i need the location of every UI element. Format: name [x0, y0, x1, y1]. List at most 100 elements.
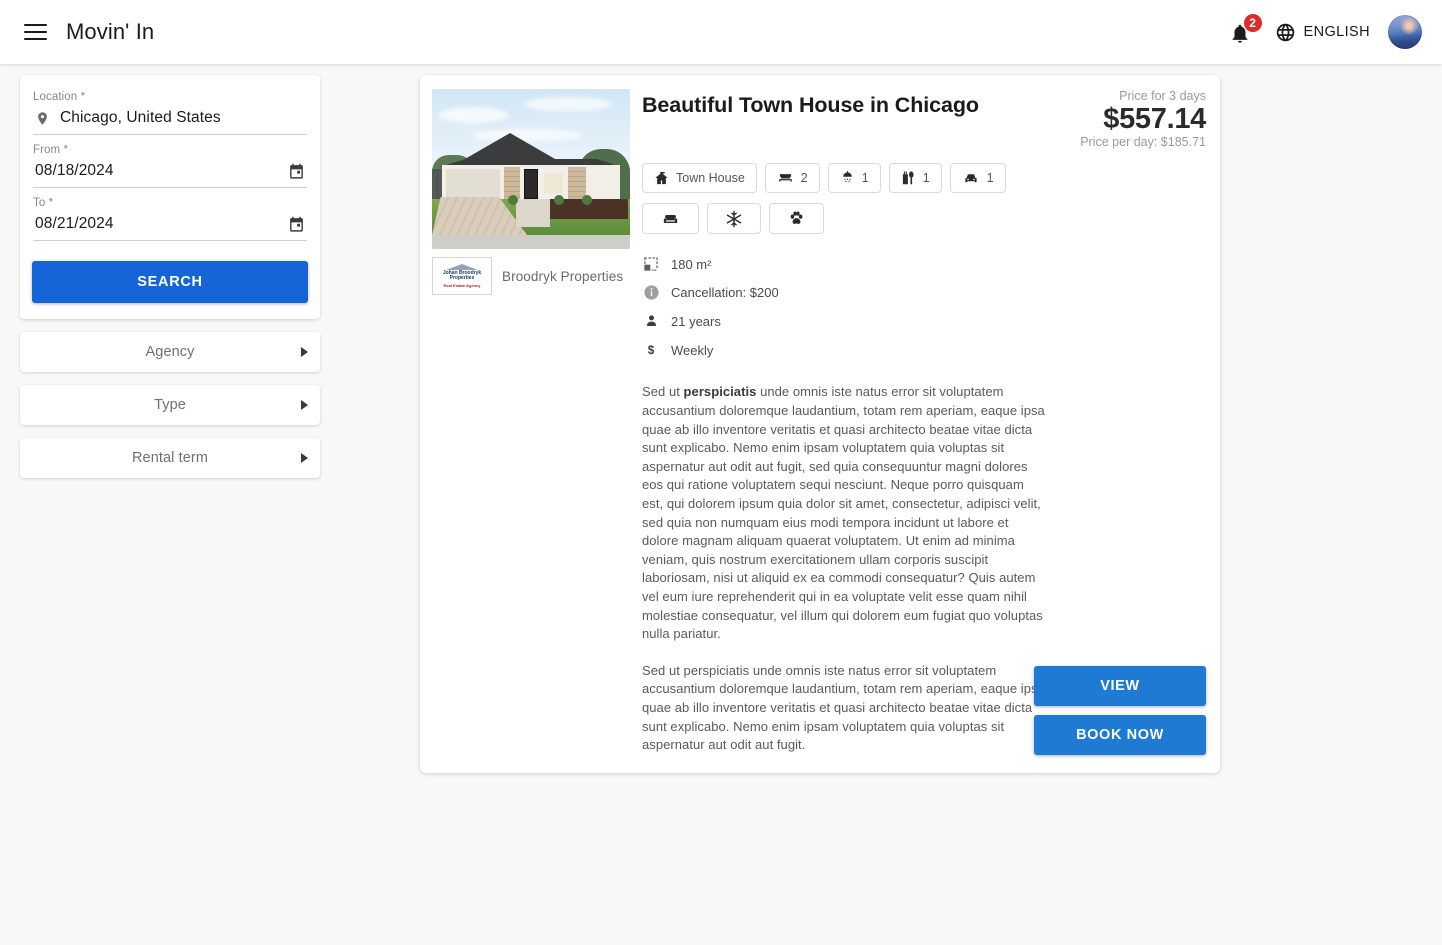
sofa-icon — [660, 211, 681, 227]
filter-label: Type — [154, 397, 186, 413]
chip-bedrooms: 2 — [764, 163, 820, 194]
price-block: Price for 3 days $557.14 Price per day: … — [1062, 89, 1206, 149]
description-paragraph-2: Sed ut perspiciatis unde omnis iste natu… — [642, 662, 1045, 753]
description-1-post: unde omnis iste natus error sit voluptat… — [642, 384, 1045, 642]
caret-right-icon — [301, 400, 308, 410]
listing-header: Beautiful Town House in Chicago Price fo… — [642, 89, 1206, 149]
caret-right-icon — [301, 453, 308, 463]
detail-rental-term: $ Weekly — [642, 341, 1206, 359]
page-title: Beautiful Town House in Chicago — [642, 93, 979, 117]
chip-label: 1 — [986, 171, 994, 186]
area-icon — [642, 256, 660, 272]
avatar[interactable] — [1388, 15, 1422, 49]
from-date-label: From * — [33, 144, 69, 156]
filter-accordion-agency[interactable]: Agency — [20, 332, 320, 372]
person-icon — [642, 313, 660, 329]
header-actions: 2 ENGLISH — [1227, 13, 1428, 49]
language-label: ENGLISH — [1303, 24, 1370, 40]
language-selector[interactable]: ENGLISH — [1275, 22, 1370, 43]
location-field: Location * Chicago, United States — [32, 91, 308, 135]
chip-air-conditioning — [707, 203, 761, 235]
description-1-bold: perspiciatis — [683, 384, 757, 400]
filter-label: Agency — [145, 344, 195, 360]
notification-count-badge: 2 — [1242, 13, 1263, 33]
agency-logo-line3: Real Estate Agency — [443, 283, 481, 289]
shower-icon — [840, 170, 855, 186]
agency-row[interactable]: Johan Broodryk Properties Real Estate Ag… — [432, 257, 630, 295]
app-header: Movin' In 2 ENGLISH — [0, 0, 1442, 64]
chip-parking: 1 — [949, 163, 1006, 194]
chip-property-type: Town House — [642, 163, 757, 194]
listings-area: Johan Broodryk Properties Real Estate Ag… — [320, 64, 1442, 773]
chip-label: Town House — [676, 171, 745, 186]
chip-pets-allowed — [769, 203, 824, 235]
filter-label: Rental term — [131, 450, 209, 466]
amenity-chips — [642, 203, 1206, 235]
price-total: $557.14 — [1103, 103, 1206, 135]
location-input-row[interactable]: Chicago, United States — [33, 108, 307, 135]
chip-label: 1 — [922, 171, 930, 186]
notifications-button[interactable]: 2 — [1227, 13, 1263, 49]
listing-actions: VIEW BOOK NOW — [1034, 665, 1206, 755]
filter-accordion-type[interactable]: Type — [20, 385, 320, 425]
property-listing-card[interactable]: Johan Broodryk Properties Real Estate Ag… — [420, 75, 1220, 773]
car-icon — [962, 171, 980, 186]
town-house-exterior-photo[interactable] — [432, 89, 630, 249]
listing-description: Sed ut perspiciatis unde omnis iste natu… — [642, 383, 1046, 754]
price-period-label: Price for 3 days — [1119, 89, 1206, 103]
listing-details-column: Beautiful Town House in Chicago Price fo… — [636, 89, 1206, 755]
from-date-field: From * 08/18/2024 — [32, 144, 308, 188]
view-button[interactable]: VIEW — [1034, 665, 1206, 706]
snowflake-icon — [725, 210, 743, 228]
caret-right-icon — [301, 347, 308, 357]
chip-label: 1 — [861, 171, 869, 186]
detail-label: Weekly — [671, 342, 714, 358]
agency-name[interactable]: Broodryk Properties — [502, 269, 623, 284]
calendar-icon[interactable] — [288, 163, 305, 180]
to-date-input[interactable]: 08/21/2024 — [35, 215, 278, 233]
detail-label: 21 years — [671, 313, 721, 329]
agency-logo: Johan Broodryk Properties Real Estate Ag… — [432, 257, 492, 295]
to-date-field: To * 08/21/2024 — [32, 197, 308, 241]
chip-label: 2 — [800, 171, 808, 186]
app-brand-title: Movin' In — [66, 19, 155, 44]
dollar-icon: $ — [642, 341, 660, 359]
location-input[interactable]: Chicago, United States — [60, 109, 305, 127]
calendar-icon[interactable] — [288, 216, 305, 233]
detail-label: Cancellation: $200 — [671, 285, 779, 301]
detail-min-age: 21 years — [642, 313, 1206, 329]
to-date-label: To * — [33, 197, 54, 209]
listing-media-column: Johan Broodryk Properties Real Estate Ag… — [426, 89, 630, 755]
detail-list: 180 m² Cancellation: $200 21 years $ Wee… — [642, 256, 1206, 359]
page-body: Location * Chicago, United States From *… — [0, 64, 1442, 773]
agency-logo-line2: Properties — [449, 275, 475, 282]
from-date-input[interactable]: 08/18/2024 — [35, 162, 278, 180]
to-date-input-row[interactable]: 08/21/2024 — [33, 214, 307, 241]
description-paragraph-1: Sed ut perspiciatis unde omnis iste natu… — [642, 383, 1046, 643]
search-button[interactable]: SEARCH — [32, 261, 308, 303]
price-per-day: Price per day: $185.71 — [1080, 135, 1206, 150]
search-form-panel: Location * Chicago, United States From *… — [20, 75, 320, 319]
svg-text:$: $ — [648, 345, 655, 358]
search-sidebar: Location * Chicago, United States From *… — [0, 64, 320, 478]
detail-cancellation: Cancellation: $200 — [642, 284, 1206, 301]
from-date-input-row[interactable]: 08/18/2024 — [33, 161, 307, 188]
info-icon — [642, 284, 660, 301]
home-icon — [654, 171, 669, 186]
hamburger-menu-icon[interactable] — [18, 15, 52, 49]
roof-mark-icon — [446, 263, 478, 270]
globe-icon — [1276, 23, 1294, 41]
detail-area: 180 m² — [642, 256, 1206, 272]
feature-chips: Town House 2 1 1 1 — [642, 163, 1206, 194]
chip-furnished — [642, 203, 699, 235]
kitchen-icon — [901, 170, 916, 186]
book-now-button[interactable]: BOOK NOW — [1034, 714, 1206, 755]
description-1-pre: Sed ut — [642, 384, 684, 400]
location-pin-icon — [35, 109, 50, 128]
chip-bathrooms: 1 — [827, 163, 881, 194]
filter-accordion-rental-term[interactable]: Rental term — [20, 438, 320, 478]
chip-kitchens: 1 — [888, 163, 942, 194]
detail-label: 180 m² — [671, 256, 712, 272]
paw-icon — [787, 210, 806, 227]
location-label: Location * — [33, 91, 86, 103]
